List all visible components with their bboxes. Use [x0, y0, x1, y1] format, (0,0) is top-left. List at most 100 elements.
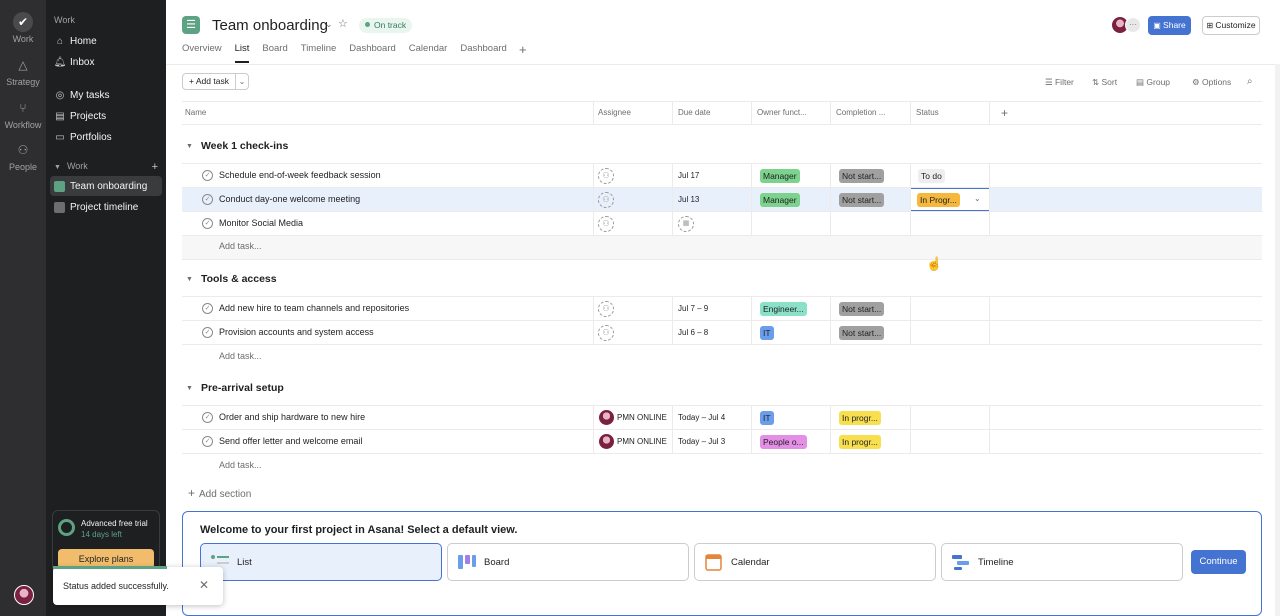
- add-task-inline[interactable]: Add task...: [219, 241, 262, 251]
- task-name[interactable]: Order and ship hardware to new hire: [219, 412, 365, 422]
- due-date[interactable]: Jul 13: [678, 195, 699, 204]
- completion-tag[interactable]: Not start...: [839, 326, 885, 340]
- table-row[interactable]: ✓ Send offer letter and welcome email PM…: [182, 429, 1262, 453]
- group-button[interactable]: ▤ Group: [1136, 77, 1170, 88]
- status-cell-editing[interactable]: In Progr... ⌄: [910, 188, 990, 211]
- task-name[interactable]: Send offer letter and welcome email: [219, 436, 362, 446]
- complete-check-icon[interactable]: ✓: [202, 194, 213, 205]
- owner-function-tag[interactable]: Engineer...: [760, 302, 807, 316]
- table-row[interactable]: ✓ Monitor Social Media ⚇ ▦: [182, 211, 1262, 235]
- table-row[interactable]: ✓ Order and ship hardware to new hire PM…: [182, 405, 1262, 429]
- continue-button[interactable]: Continue: [1191, 550, 1246, 574]
- view-option-board[interactable]: Board: [447, 543, 689, 581]
- project-title[interactable]: Team onboarding: [212, 17, 328, 34]
- add-section-button[interactable]: + Add section: [188, 486, 251, 500]
- add-task-row[interactable]: [182, 235, 1262, 259]
- status-tag[interactable]: To do: [918, 169, 945, 183]
- completion-tag[interactable]: In progr...: [839, 435, 881, 449]
- tab-timeline[interactable]: Timeline: [301, 43, 337, 63]
- assignee-placeholder-icon[interactable]: ⚇: [598, 216, 614, 232]
- complete-check-icon[interactable]: ✓: [202, 218, 213, 229]
- table-row[interactable]: ✓ Provision accounts and system access ⚇…: [182, 320, 1262, 344]
- assignee-name[interactable]: PMN ONLINE: [617, 437, 667, 446]
- owner-function-tag[interactable]: Manager: [760, 169, 800, 183]
- chevron-down-icon[interactable]: ⌄: [974, 194, 981, 203]
- rail-item-work[interactable]: ✔ Work: [0, 12, 46, 44]
- owner-function-tag[interactable]: People o...: [760, 435, 807, 449]
- sidebar-item-project-timeline[interactable]: Project timeline: [50, 197, 162, 217]
- complete-check-icon[interactable]: ✓: [202, 412, 213, 423]
- sidebar-item-home[interactable]: ⌂ Home: [50, 31, 162, 51]
- task-name[interactable]: Provision accounts and system access: [219, 327, 374, 337]
- add-task-button[interactable]: + Add task: [182, 73, 236, 90]
- owner-function-tag[interactable]: Manager: [760, 193, 800, 207]
- close-icon[interactable]: ✕: [199, 578, 209, 592]
- calendar-placeholder-icon[interactable]: ▦: [678, 216, 694, 232]
- add-task-dropdown-icon[interactable]: ⌄: [235, 73, 249, 90]
- chevron-down-icon[interactable]: ⌄: [325, 19, 333, 30]
- complete-check-icon[interactable]: ✓: [202, 436, 213, 447]
- sidebar-item-projects[interactable]: ▤ Projects: [50, 106, 162, 126]
- due-date[interactable]: Jul 17: [678, 171, 699, 180]
- task-name[interactable]: Conduct day-one welcome meeting: [219, 194, 360, 204]
- task-name[interactable]: Monitor Social Media: [219, 218, 303, 228]
- task-name[interactable]: Schedule end-of-week feedback session: [219, 170, 381, 180]
- owner-function-tag[interactable]: IT: [760, 326, 774, 340]
- table-row[interactable]: ✓ Add new hire to team channels and repo…: [182, 296, 1262, 320]
- rail-item-people[interactable]: ⚇ People: [0, 140, 46, 172]
- column-header-name[interactable]: Name: [185, 108, 206, 117]
- sidebar-item-portfolios[interactable]: ▭ Portfolios: [50, 127, 162, 147]
- options-button[interactable]: ⚙ Options: [1192, 77, 1231, 88]
- tab-list[interactable]: List: [234, 43, 250, 63]
- user-avatar[interactable]: [14, 585, 34, 605]
- filter-button[interactable]: ☰ Filter: [1045, 77, 1074, 88]
- sort-button[interactable]: ⇅ Sort: [1092, 77, 1117, 88]
- section-header[interactable]: ▼ Week 1 check-ins: [186, 140, 288, 152]
- plus-icon[interactable]: +: [152, 161, 158, 173]
- add-task-inline[interactable]: Add task...: [219, 460, 262, 470]
- view-option-list[interactable]: List: [200, 543, 442, 581]
- assignee-avatar[interactable]: [599, 410, 614, 425]
- add-tab-plus-icon[interactable]: +: [519, 42, 527, 57]
- rail-item-workflow[interactable]: ⑂ Workflow: [0, 98, 46, 130]
- complete-check-icon[interactable]: ✓: [202, 327, 213, 338]
- add-column-plus-icon[interactable]: +: [1001, 106, 1008, 120]
- completion-tag[interactable]: Not start...: [839, 302, 885, 316]
- customize-button[interactable]: ⊞ Customize: [1202, 16, 1260, 35]
- due-date[interactable]: Jul 7 – 9: [678, 304, 708, 313]
- complete-check-icon[interactable]: ✓: [202, 170, 213, 181]
- add-task-row[interactable]: [182, 344, 1262, 368]
- add-task-row[interactable]: [182, 453, 1262, 477]
- completion-tag[interactable]: Not start...: [839, 193, 885, 207]
- assignee-avatar[interactable]: [599, 434, 614, 449]
- share-button[interactable]: ▣ Share: [1148, 16, 1191, 35]
- tab-calendar[interactable]: Calendar: [409, 43, 448, 63]
- sidebar-item-inbox[interactable]: 🔔︎ Inbox: [50, 52, 162, 72]
- tab-board[interactable]: Board: [262, 43, 287, 63]
- column-header-due-date[interactable]: Due date: [678, 108, 710, 117]
- column-header-completion[interactable]: Completion ...: [836, 108, 885, 117]
- column-header-status[interactable]: Status: [916, 108, 939, 117]
- assignee-placeholder-icon[interactable]: ⚇: [598, 168, 614, 184]
- rail-item-strategy[interactable]: △ Strategy: [0, 55, 46, 87]
- view-option-timeline[interactable]: Timeline: [941, 543, 1183, 581]
- assignee-name[interactable]: PMN ONLINE: [617, 413, 667, 422]
- section-header[interactable]: ▼ Pre-arrival setup: [186, 382, 284, 394]
- owner-function-tag[interactable]: IT: [760, 411, 774, 425]
- search-icon[interactable]: ⌕: [1247, 76, 1253, 87]
- tab-dashboard[interactable]: Dashboard: [349, 43, 395, 63]
- assignee-placeholder-icon[interactable]: ⚇: [598, 325, 614, 341]
- column-header-assignee[interactable]: Assignee: [598, 108, 631, 117]
- more-members-icon[interactable]: ···: [1125, 17, 1141, 33]
- section-header[interactable]: ▼ Tools & access: [186, 273, 277, 285]
- sidebar-item-team-onboarding[interactable]: Team onboarding: [50, 176, 162, 196]
- status-tag[interactable]: In Progr...: [917, 193, 960, 207]
- due-date[interactable]: Today – Jul 4: [678, 413, 725, 422]
- scrollbar[interactable]: [1275, 64, 1280, 616]
- sidebar-item-my-tasks[interactable]: ◎ My tasks: [50, 85, 162, 105]
- view-option-calendar[interactable]: Calendar: [694, 543, 936, 581]
- assignee-placeholder-icon[interactable]: ⚇: [598, 301, 614, 317]
- due-date[interactable]: Jul 6 – 8: [678, 328, 708, 337]
- completion-tag[interactable]: Not start...: [839, 169, 885, 183]
- table-row[interactable]: ✓ Schedule end-of-week feedback session …: [182, 163, 1262, 187]
